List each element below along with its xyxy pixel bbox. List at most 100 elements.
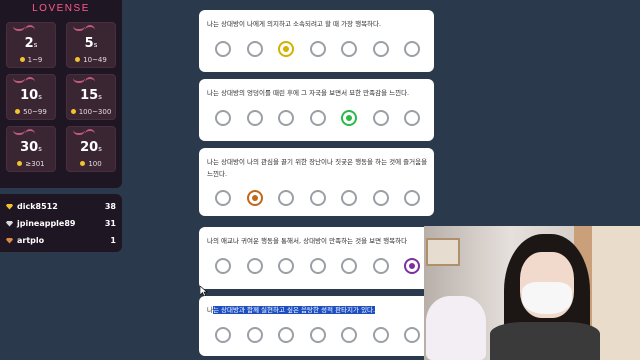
- answer-radio-option[interactable]: [215, 258, 231, 274]
- vibration-icon: [13, 25, 35, 31]
- answer-options: [215, 327, 434, 343]
- answer-radio-option[interactable]: [404, 110, 420, 126]
- vibration-icon: [13, 129, 35, 135]
- tier-duration: 2: [24, 36, 34, 51]
- gem-icon: [6, 220, 13, 227]
- leaderboard-score: 1: [110, 236, 116, 245]
- answer-options: [215, 258, 434, 274]
- vibration-icon: [13, 77, 35, 83]
- tip-tier[interactable]: 30s ≥301: [6, 126, 56, 172]
- coin-icon: [80, 161, 86, 166]
- leaderboard-row: artplo 1: [6, 232, 116, 249]
- tier-unit: s: [38, 93, 42, 101]
- answer-radio-option[interactable]: [278, 258, 294, 274]
- answer-radio-option[interactable]: [372, 190, 389, 206]
- answer-radio-option[interactable]: [309, 258, 326, 274]
- answer-radio-option[interactable]: [372, 327, 389, 343]
- survey-question-card: 나는 상대방이 나에게 의지하고 소속되려고 할 때 가장 행복하다.: [199, 10, 434, 72]
- webcam-video: [424, 226, 640, 360]
- leaderboard-score: 31: [104, 219, 116, 228]
- answer-radio-option[interactable]: [246, 190, 263, 206]
- answer-radio-option[interactable]: [341, 327, 357, 343]
- question-text: 나는 상대방의 엉덩이를 때린 후에 그 자국을 보면서 묘한 만족감을 느낀다…: [207, 89, 410, 97]
- leaderboard-row: dick8512 38: [6, 198, 116, 215]
- answer-radio-option[interactable]: [278, 110, 294, 126]
- leaderboard-row: jpineapple89 31: [6, 215, 116, 232]
- question-text: 나는 상대방이 나의 관심을 끌기 위한 장난이나 짓궂은 행동을 하는 것에 …: [207, 158, 428, 178]
- answer-radio-option[interactable]: [404, 327, 420, 343]
- tip-tier[interactable]: 2s 1~9: [6, 22, 56, 68]
- answer-options: [215, 110, 434, 126]
- vibration-icon: [73, 25, 95, 31]
- coin-icon: [15, 109, 21, 114]
- answer-radio-option[interactable]: [246, 110, 263, 126]
- tip-tier[interactable]: 5s 10~49: [66, 22, 116, 68]
- vibration-icon: [73, 129, 95, 135]
- answer-radio-option[interactable]: [341, 110, 357, 126]
- answer-radio-option[interactable]: [246, 258, 263, 274]
- tier-unit: s: [93, 41, 98, 49]
- survey-question-card: 나는 상대방과 함께 실현하고 싶은 음탕한 성적 판타지가 있다.: [199, 296, 434, 356]
- face-mask: [522, 282, 572, 314]
- question-text: 나는 상대방이 나에게 의지하고 소속되려고 할 때 가장 행복하다.: [207, 20, 382, 28]
- lovense-panel: LOVENSE 2s 1~9 5s 10~49 10s 50~99 15s 10…: [0, 0, 122, 188]
- coin-icon: [75, 57, 81, 62]
- tip-tier[interactable]: 10s 50~99: [6, 74, 56, 120]
- leaderboard-score: 38: [104, 202, 116, 211]
- tier-duration: 20: [80, 140, 99, 155]
- answer-radio-option[interactable]: [215, 110, 231, 126]
- coin-icon: [70, 109, 76, 114]
- answer-radio-option[interactable]: [341, 258, 357, 274]
- answer-radio-option[interactable]: [309, 41, 326, 57]
- tier-unit: s: [38, 145, 42, 153]
- lovense-logo: LOVENSE: [32, 3, 90, 14]
- answer-radio-option[interactable]: [246, 327, 263, 343]
- tier-range: 50~99: [23, 108, 47, 116]
- answer-options: [215, 190, 434, 206]
- answer-radio-option[interactable]: [278, 190, 294, 206]
- answer-radio-option[interactable]: [341, 41, 357, 57]
- gem-icon: [6, 203, 13, 210]
- answer-radio-option[interactable]: [246, 41, 263, 57]
- coin-icon: [17, 161, 23, 166]
- tier-duration: 15: [80, 88, 99, 103]
- selected-text-highlight: 는 상대방과 함께 실현하고 싶은 음탕한 성적 판타지가 있다.: [212, 306, 376, 314]
- answer-radio-option[interactable]: [215, 190, 231, 206]
- tier-range: 10~49: [83, 56, 107, 64]
- answer-radio-option[interactable]: [404, 190, 420, 206]
- answer-radio-option[interactable]: [278, 327, 294, 343]
- tier-range: ≥301: [25, 160, 45, 168]
- answer-radio-option[interactable]: [372, 110, 389, 126]
- answer-radio-option[interactable]: [372, 41, 389, 57]
- answer-radio-option[interactable]: [278, 41, 294, 57]
- vibration-icon: [73, 77, 95, 83]
- answer-radio-option[interactable]: [372, 258, 389, 274]
- answer-radio-option[interactable]: [309, 327, 326, 343]
- answer-radio-option[interactable]: [341, 190, 357, 206]
- wall-frame: [426, 238, 460, 266]
- question-text: 나의 애교나 귀여운 행동을 통해서, 상대방이 만족하는 것을 보면 행복하다: [207, 237, 408, 245]
- survey-question-card: 나는 상대방의 엉덩이를 때린 후에 그 자국을 보면서 묘한 만족감을 느낀다…: [199, 79, 434, 141]
- leaderboard-name: artplo: [17, 236, 45, 245]
- answer-radio-option[interactable]: [404, 258, 420, 274]
- gem-icon: [6, 237, 13, 244]
- tier-unit: s: [98, 145, 102, 153]
- answer-radio-option[interactable]: [215, 327, 231, 343]
- question-text: 나는 상대방과 함께 실현하고 싶은 음탕한 성적 판타지가 있다.: [207, 304, 428, 316]
- answer-radio-option[interactable]: [309, 190, 326, 206]
- plush-toy: [426, 296, 486, 360]
- answer-options: [215, 41, 434, 57]
- tier-range: 100: [88, 160, 102, 168]
- tip-tier[interactable]: 20s 100: [66, 126, 116, 172]
- answer-radio-option[interactable]: [309, 110, 326, 126]
- tip-tier[interactable]: 15s 100~300: [66, 74, 116, 120]
- streamer-body: [490, 322, 600, 360]
- tier-duration: 5: [84, 36, 94, 51]
- answer-radio-option[interactable]: [404, 41, 420, 57]
- leaderboard-name: dick8512: [17, 202, 58, 211]
- tier-unit: s: [98, 93, 102, 101]
- tier-unit: s: [33, 41, 38, 49]
- tip-leaderboard: dick8512 38 jpineapple89 31 artplo 1: [0, 194, 122, 252]
- answer-radio-option[interactable]: [215, 41, 231, 57]
- tip-tier-grid: 2s 1~9 5s 10~49 10s 50~99 15s 100~300 30…: [6, 22, 118, 172]
